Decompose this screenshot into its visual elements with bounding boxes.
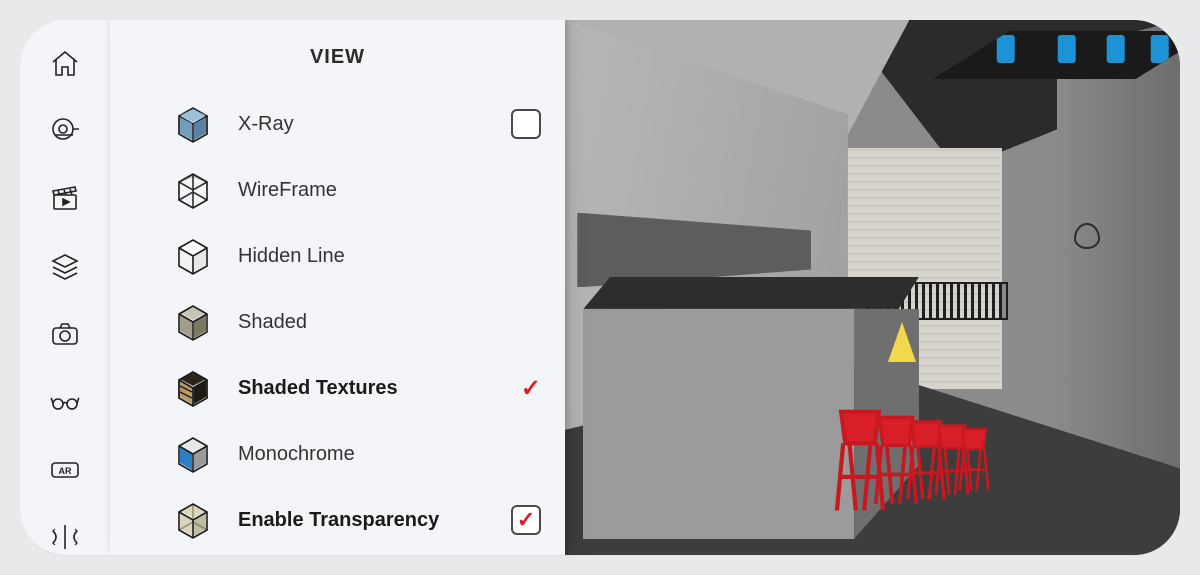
scene-stools xyxy=(836,352,1021,513)
view-style-list: X-Ray WireFrame Hidden Line xyxy=(110,91,565,553)
view-option-label: Enable Transparency xyxy=(238,509,489,532)
sidebar: AR xyxy=(20,20,110,555)
view-option-shaded[interactable]: Shaded xyxy=(170,289,541,355)
mirror-icon xyxy=(49,521,81,553)
monochrome-cube-icon xyxy=(170,431,216,477)
clapperboard-icon xyxy=(49,183,81,215)
wireframe-cube-icon xyxy=(170,167,216,213)
glasses-icon xyxy=(49,386,81,418)
panel-title: VIEW xyxy=(110,30,565,91)
view-option-wireframe[interactable]: WireFrame xyxy=(170,157,541,223)
tape-measure-icon xyxy=(49,115,81,147)
view-option-label: Shaded xyxy=(238,311,541,334)
scene-pendant-lamp xyxy=(1074,223,1100,249)
sidebar-ar-button[interactable]: AR xyxy=(45,452,85,488)
view-option-shaded-textures[interactable]: Shaded Textures ✓ xyxy=(170,355,541,421)
view-option-xray[interactable]: X-Ray xyxy=(170,91,541,157)
view-option-monochrome[interactable]: Monochrome xyxy=(170,421,541,487)
view-option-enable-transparency[interactable]: Enable Transparency ✓ xyxy=(170,487,541,553)
sidebar-tape-measure-button[interactable] xyxy=(45,114,85,150)
svg-text:AR: AR xyxy=(59,466,72,476)
camera-icon xyxy=(49,318,81,350)
transparency-cube-icon xyxy=(170,497,216,543)
view-option-label: WireFrame xyxy=(238,179,541,202)
xray-cube-icon xyxy=(170,101,216,147)
shaded-cube-icon xyxy=(170,299,216,345)
model-viewport[interactable] xyxy=(565,20,1180,555)
sidebar-scenes-button[interactable] xyxy=(45,181,85,217)
home-icon xyxy=(49,48,81,80)
view-option-label: Monochrome xyxy=(238,443,541,466)
sidebar-mirror-button[interactable] xyxy=(45,519,85,555)
layers-icon xyxy=(49,251,81,283)
view-option-label: Hidden Line xyxy=(238,245,541,268)
shaded-textures-cube-icon xyxy=(170,365,216,411)
view-panel: VIEW X-Ray WireFrame xyxy=(110,20,565,555)
app-device-frame: AR VIEW X-Ray xyxy=(20,20,1180,555)
view-option-label: X-Ray xyxy=(238,113,489,136)
hidden-line-cube-icon xyxy=(170,233,216,279)
view-option-hidden-line[interactable]: Hidden Line xyxy=(170,223,541,289)
view-option-label: Shaded Textures xyxy=(238,377,499,400)
scene-kitchen-island xyxy=(583,309,854,539)
transparency-checkbox[interactable]: ✓ xyxy=(511,505,541,535)
sidebar-layers-button[interactable] xyxy=(45,249,85,285)
xray-checkbox[interactable] xyxy=(511,109,541,139)
sidebar-camera-button[interactable] xyxy=(45,317,85,353)
sidebar-home-button[interactable] xyxy=(45,46,85,82)
check-icon: ✓ xyxy=(517,507,535,533)
sidebar-styles-button[interactable] xyxy=(45,384,85,420)
ar-icon: AR xyxy=(49,454,81,486)
selected-check-icon: ✓ xyxy=(521,374,541,403)
